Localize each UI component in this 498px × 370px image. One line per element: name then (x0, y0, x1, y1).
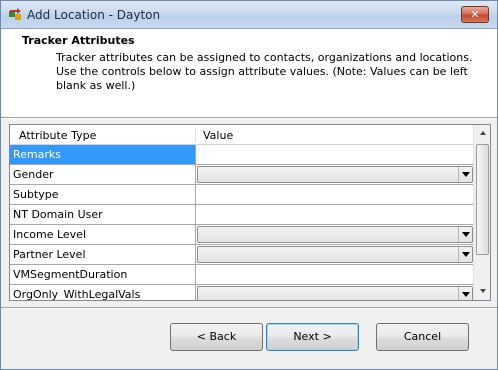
gender-dropdown[interactable] (197, 166, 473, 183)
close-icon: ✕ (470, 8, 480, 21)
scroll-down-icon[interactable] (474, 283, 490, 300)
chevron-down-icon[interactable] (458, 247, 472, 262)
scrollbar-thumb[interactable] (476, 144, 489, 255)
grid-row[interactable]: Subtype (10, 185, 474, 205)
attribute-grid: Attribute Type Value Remarks Gender Subt… (9, 124, 491, 301)
grid-row[interactable]: Income Level (10, 225, 474, 245)
row-label-subtype[interactable]: Subtype (10, 185, 196, 205)
title-bar[interactable]: Add Location - Dayton ✕ (1, 1, 497, 29)
row-label-income-level[interactable]: Income Level (10, 225, 196, 245)
app-icon (9, 8, 21, 20)
vmsegmentduration-value-field[interactable] (196, 265, 474, 285)
wizard-header: Tracker Attributes Tracker attributes ca… (1, 29, 497, 117)
chevron-down-icon[interactable] (458, 287, 472, 300)
nt-domain-user-value-field[interactable] (196, 205, 474, 225)
grid-row[interactable]: VMSegmentDuration (10, 265, 474, 285)
grid-row[interactable]: Gender (10, 165, 474, 185)
vertical-scrollbar[interactable] (473, 125, 490, 300)
grid-row[interactable]: NT Domain User (10, 205, 474, 225)
row-label-remarks[interactable]: Remarks (10, 145, 196, 165)
row-label-gender[interactable]: Gender (10, 165, 196, 185)
income-level-dropdown[interactable] (197, 226, 473, 243)
header-divider (1, 117, 497, 119)
grid-header: Attribute Type Value (10, 125, 474, 145)
scroll-up-icon[interactable] (474, 125, 490, 142)
page-title: Tracker Attributes (22, 34, 135, 47)
grid-row[interactable]: OrgOnly_WithLegalVals (10, 285, 474, 300)
chevron-down-icon[interactable] (458, 227, 472, 242)
row-label-partner-level[interactable]: Partner Level (10, 245, 196, 265)
next-button[interactable]: Next > (266, 323, 359, 351)
orgonly-value-cell (196, 285, 474, 300)
column-divider[interactable] (195, 128, 196, 142)
cancel-button[interactable]: Cancel (376, 323, 469, 351)
row-label-vmsegmentduration[interactable]: VMSegmentDuration (10, 265, 196, 285)
chevron-down-icon[interactable] (458, 167, 472, 182)
column-header-value[interactable]: Value (203, 129, 233, 142)
dialog-window: Add Location - Dayton ✕ Tracker Attribut… (0, 0, 498, 370)
row-label-orgonly-withlegalvals[interactable]: OrgOnly_WithLegalVals (10, 285, 196, 300)
partner-level-dropdown[interactable] (197, 246, 473, 263)
grid-row[interactable]: Remarks (10, 145, 474, 165)
window-title: Add Location - Dayton (27, 8, 161, 22)
footer-divider (1, 307, 497, 309)
row-label-nt-domain-user[interactable]: NT Domain User (10, 205, 196, 225)
orgonly-dropdown[interactable] (197, 286, 473, 300)
back-button[interactable]: < Back (170, 323, 263, 351)
income-level-value-cell (196, 225, 474, 245)
subtype-value-field[interactable] (196, 185, 474, 205)
gender-value-cell (196, 165, 474, 185)
column-header-attribute-type[interactable]: Attribute Type (19, 129, 96, 142)
partner-level-value-cell (196, 245, 474, 265)
close-button[interactable]: ✕ (461, 6, 489, 23)
page-description: Tracker attributes can be assigned to co… (56, 51, 473, 92)
grid-row[interactable]: Partner Level (10, 245, 474, 265)
remarks-value-field[interactable] (196, 145, 474, 165)
